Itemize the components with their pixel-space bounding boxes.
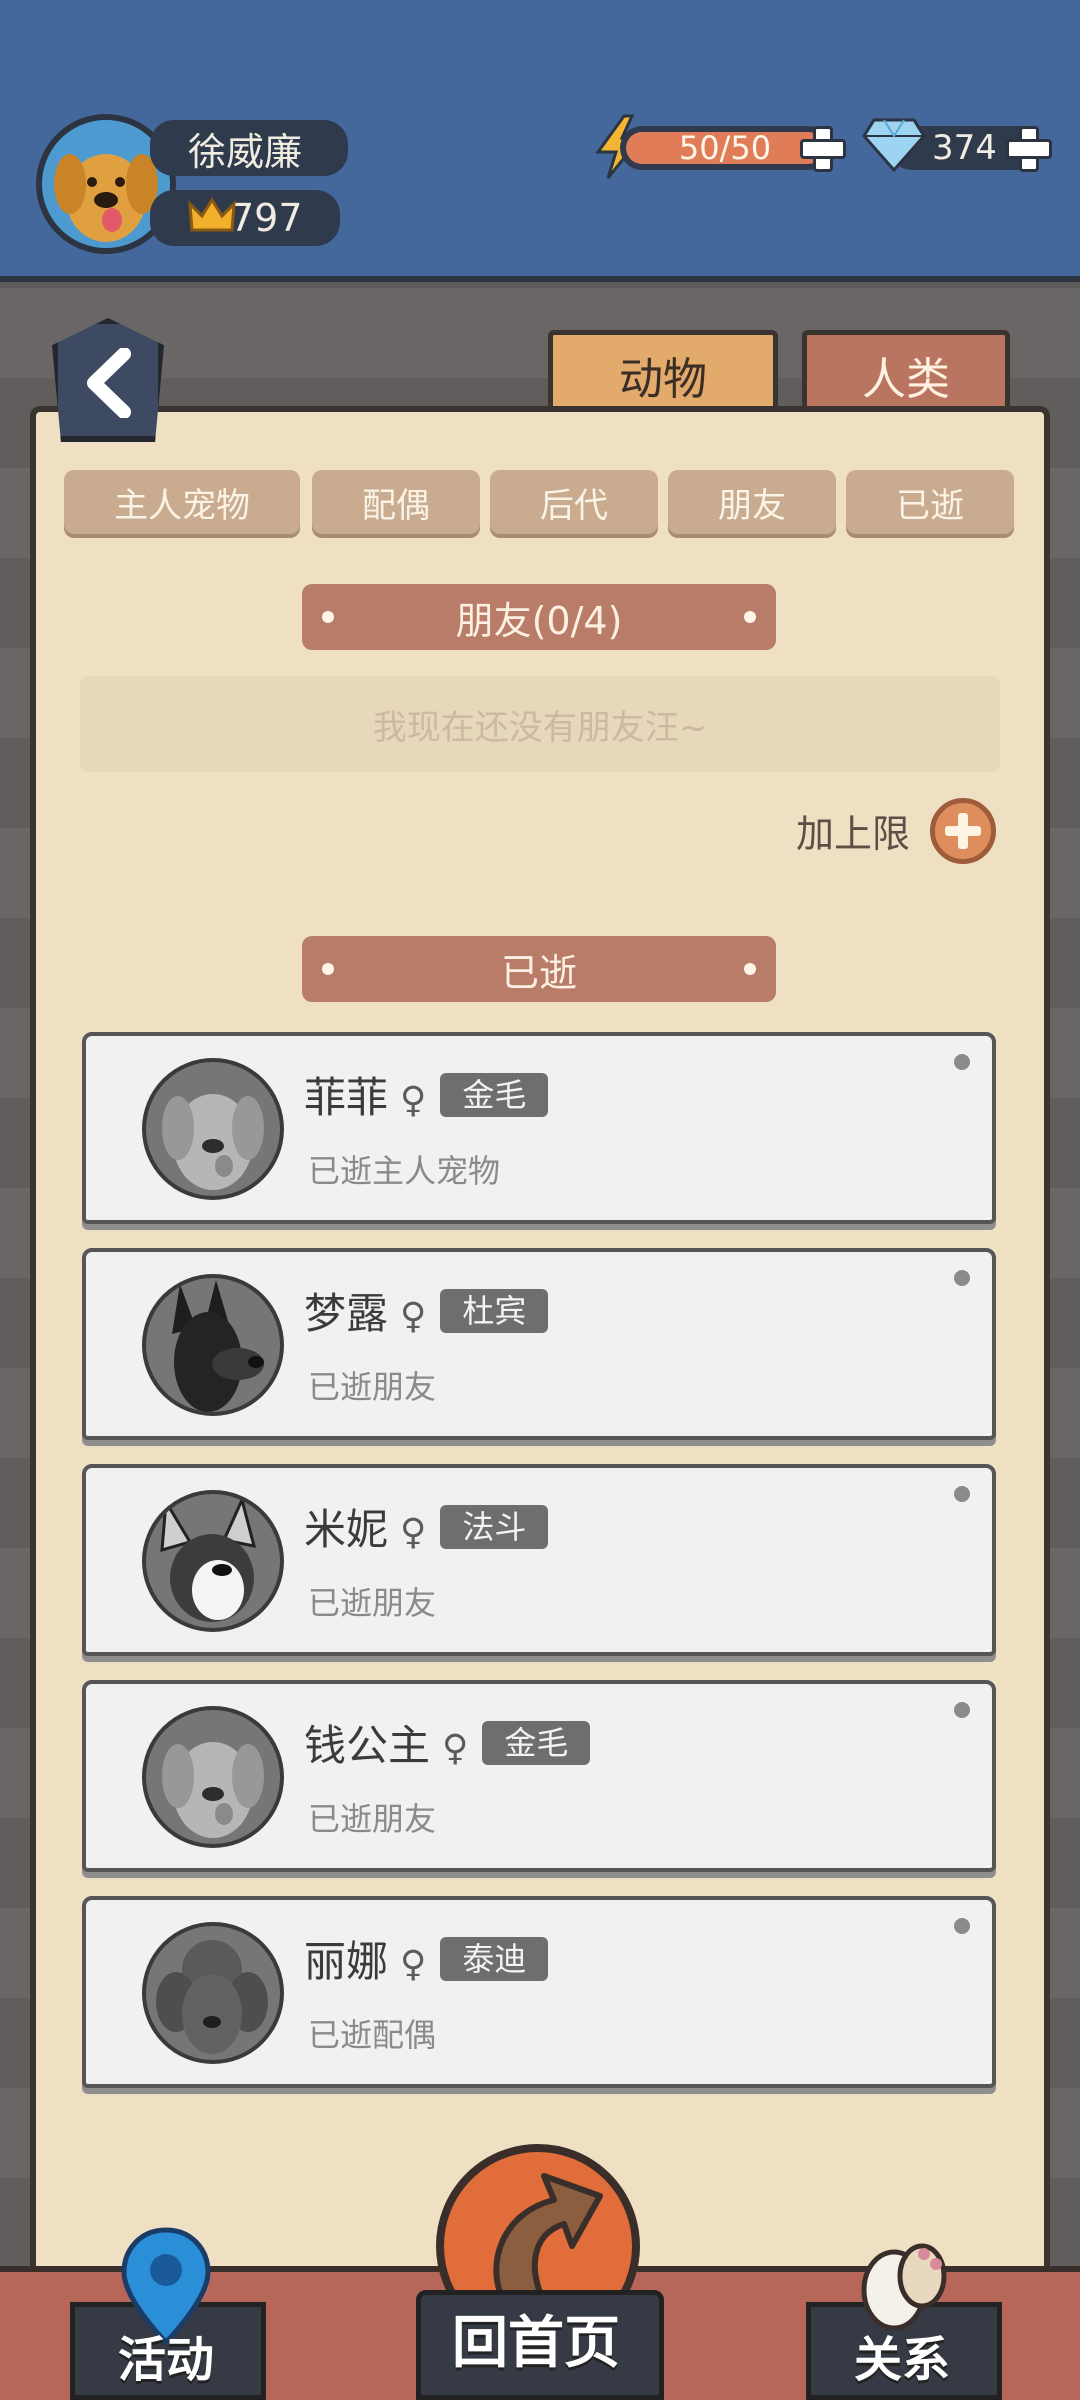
pet-name-row: 菲菲 ♀ 金毛 — [304, 1064, 549, 1125]
french-bulldog-portrait-icon — [142, 1490, 284, 1632]
deceased-card[interactable]: 米妮 ♀ 法斗 已逝朋友 — [82, 1464, 996, 1656]
breed-badge: 泰迪 — [440, 1937, 549, 1981]
deceased-card[interactable]: 菲菲 ♀ 金毛 已逝主人宠物 — [82, 1032, 996, 1224]
ribbon-dot — [744, 611, 756, 623]
card-dot — [954, 1054, 970, 1070]
deceased-section-title: 已逝 — [302, 936, 776, 1002]
crown-count: 797 — [230, 196, 303, 240]
pet-name: 丽娜 — [304, 1937, 389, 1986]
female-icon: ♀ — [442, 1728, 469, 1769]
crown-icon — [188, 197, 236, 232]
card-dot — [954, 1486, 970, 1502]
ribbon-dot — [322, 963, 334, 975]
nav-home-label[interactable]: 回首页 — [452, 2298, 620, 2379]
player-name: 徐威廉 — [150, 120, 348, 176]
pet-name: 梦露 — [304, 1289, 389, 1338]
pet-name: 米妮 — [304, 1505, 389, 1554]
increase-limit-label[interactable]: 加上限 — [796, 806, 910, 862]
pet-status: 已逝朋友 — [308, 1368, 437, 1406]
breed-badge: 金毛 — [440, 1073, 549, 1117]
pet-name-row: 钱公主 ♀ 金毛 — [304, 1712, 591, 1773]
pet-name-row: 梦露 ♀ 杜宾 — [304, 1280, 549, 1341]
female-icon: ♀ — [400, 1512, 427, 1553]
filter-offspring[interactable]: 后代 — [490, 470, 658, 534]
tab-animal[interactable]: 动物 — [548, 330, 778, 414]
card-dot — [954, 1270, 970, 1286]
tab-human[interactable]: 人类 — [802, 330, 1010, 414]
female-icon: ♀ — [400, 1080, 427, 1121]
nav-activity-label[interactable]: 活动 — [118, 2320, 214, 2390]
female-icon: ♀ — [400, 1296, 427, 1337]
nav-relations-label[interactable]: 关系 — [854, 2320, 950, 2390]
card-dot — [954, 1918, 970, 1934]
pet-name-row: 米妮 ♀ 法斗 — [304, 1496, 549, 1557]
filter-owner-pet[interactable]: 主人宠物 — [64, 470, 300, 534]
pet-status: 已逝配偶 — [308, 2016, 437, 2054]
filter-deceased[interactable]: 已逝 — [846, 470, 1014, 534]
increase-limit-plus-icon[interactable] — [930, 798, 996, 864]
breed-badge: 杜宾 — [440, 1289, 549, 1333]
add-gem-plus-icon[interactable] — [1006, 126, 1052, 172]
breed-badge: 金毛 — [482, 1721, 591, 1765]
chevron-left-icon — [87, 348, 131, 418]
pet-status: 已逝主人宠物 — [308, 1152, 501, 1190]
filter-friends[interactable]: 朋友 — [668, 470, 836, 534]
diamond-icon — [862, 118, 926, 172]
pet-name: 菲菲 — [304, 1073, 389, 1122]
doberman-portrait-icon — [142, 1274, 284, 1416]
energy-bar: 50/50 — [620, 126, 830, 170]
ribbon-dot — [744, 963, 756, 975]
deceased-card[interactable]: 丽娜 ♀ 泰迪 已逝配偶 — [82, 1896, 996, 2088]
deceased-title-text: 已逝 — [500, 950, 577, 995]
filter-spouse[interactable]: 配偶 — [312, 470, 480, 534]
female-icon: ♀ — [400, 1944, 427, 1985]
card-dot — [954, 1702, 970, 1718]
poodle-portrait-icon — [142, 1922, 284, 2064]
pet-status: 已逝朋友 — [308, 1800, 437, 1838]
friends-section-title: 朋友(0/4) — [302, 584, 776, 650]
crown-counter: 797 — [150, 190, 340, 246]
energy-text: 50/50 — [678, 129, 772, 167]
add-energy-plus-icon[interactable] — [800, 126, 846, 172]
gem-count: 374 — [932, 128, 997, 168]
handshake-paw-icon — [861, 2243, 947, 2331]
golden-retriever-portrait-icon — [142, 1706, 284, 1848]
pet-name-row: 丽娜 ♀ 泰迪 — [304, 1928, 549, 1989]
pet-status: 已逝朋友 — [308, 1584, 437, 1622]
ribbon-dot — [322, 611, 334, 623]
breed-badge: 法斗 — [440, 1505, 549, 1549]
friends-empty-message: 我现在还没有朋友汪~ — [80, 676, 1000, 772]
deceased-card[interactable]: 梦露 ♀ 杜宾 已逝朋友 — [82, 1248, 996, 1440]
deceased-card[interactable]: 钱公主 ♀ 金毛 已逝朋友 — [82, 1680, 996, 1872]
friends-title-text: 朋友(0/4) — [455, 598, 623, 643]
pet-name: 钱公主 — [304, 1721, 431, 1770]
golden-retriever-portrait-icon — [142, 1058, 284, 1200]
